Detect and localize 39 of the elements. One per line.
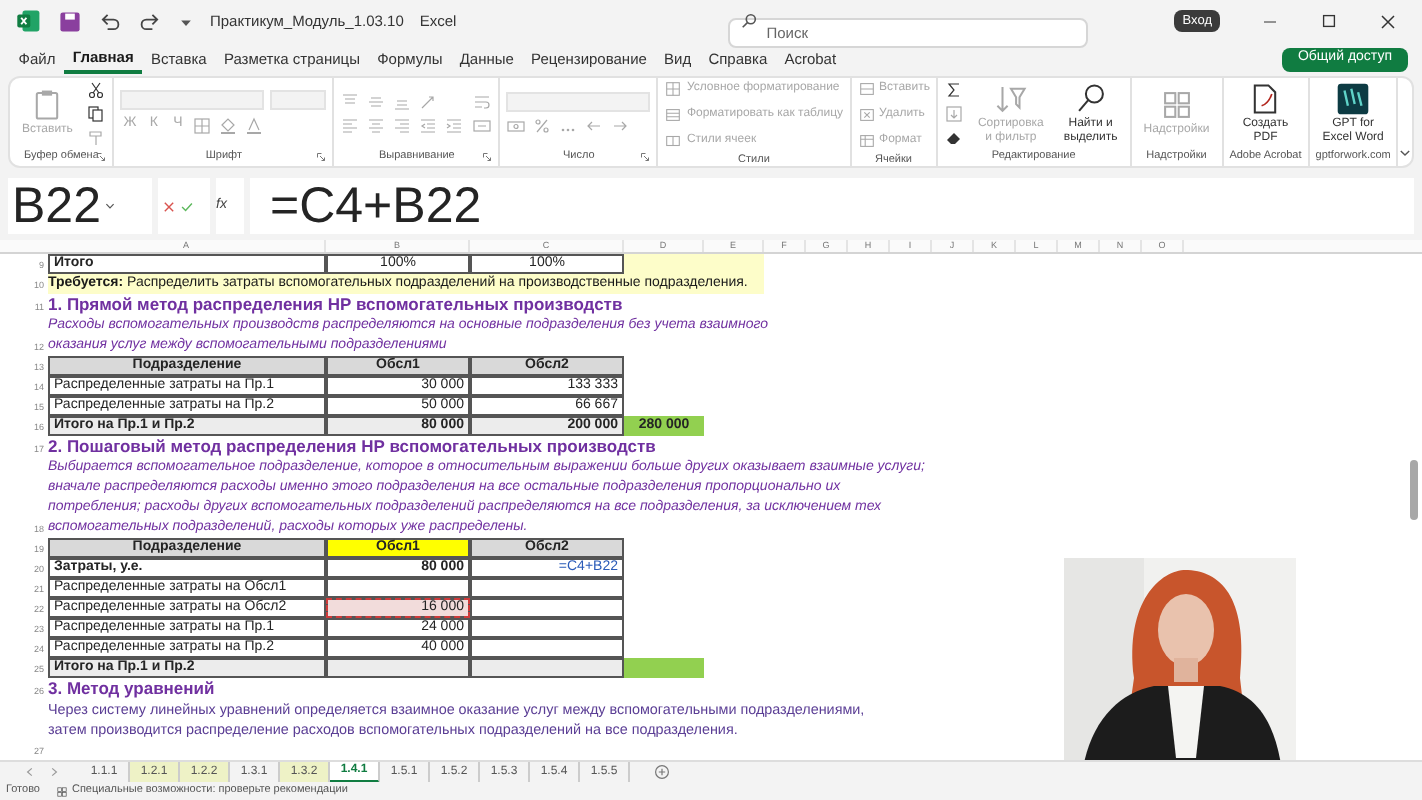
undo-icon[interactable] xyxy=(98,9,122,33)
add-sheet-icon[interactable] xyxy=(654,764,670,780)
caret-icon xyxy=(104,200,117,212)
previous-sheet-icon[interactable] xyxy=(24,766,36,778)
grid-icon xyxy=(664,80,683,98)
dialog-launcher-icon[interactable] xyxy=(96,152,107,162)
next-sheet-icon[interactable] xyxy=(48,766,60,778)
scissors-icon[interactable] xyxy=(86,79,107,99)
name-box[interactable]: B22 xyxy=(8,178,152,234)
enter-icon[interactable] xyxy=(180,199,194,213)
search-icon xyxy=(1073,81,1108,115)
sigma-icon[interactable] xyxy=(943,79,964,99)
save-icon[interactable] xyxy=(58,9,82,33)
dialog-launcher-icon[interactable] xyxy=(316,152,327,162)
copy-icon[interactable] xyxy=(86,103,107,123)
table-icon xyxy=(857,106,876,124)
cells-icon xyxy=(664,132,683,150)
dialog-launcher-icon[interactable] xyxy=(640,152,651,162)
formula-field[interactable]: =C4+B22 xyxy=(250,178,1414,234)
table-icon xyxy=(857,132,876,150)
eraser-icon[interactable] xyxy=(943,127,964,147)
table-icon xyxy=(857,80,876,98)
redo-icon[interactable] xyxy=(138,9,162,33)
section-heading: 2. Пошаговый метод распределения НР вспомогательных производств xyxy=(48,436,656,458)
dialog-launcher-icon[interactable] xyxy=(482,152,493,162)
search-icon xyxy=(740,12,759,30)
maximize-icon[interactable] xyxy=(1320,12,1338,30)
grid-icon xyxy=(1159,88,1194,122)
chevron-down-icon[interactable] xyxy=(1398,146,1412,160)
app-logo-icon xyxy=(1336,81,1371,115)
section-heading: 3. Метод уравнений xyxy=(48,678,215,700)
section-heading: 1. Прямой метод распределения НР вспомогательных производств xyxy=(48,294,623,316)
spreadsheet-logo-icon xyxy=(16,8,42,34)
sort-filter-icon xyxy=(993,81,1028,115)
table-icon xyxy=(664,106,683,124)
grid-icon xyxy=(55,785,68,797)
close-icon[interactable] xyxy=(1378,11,1398,31)
scrollbar-thumb[interactable] xyxy=(1410,460,1418,520)
cancel-icon[interactable] xyxy=(162,199,176,213)
